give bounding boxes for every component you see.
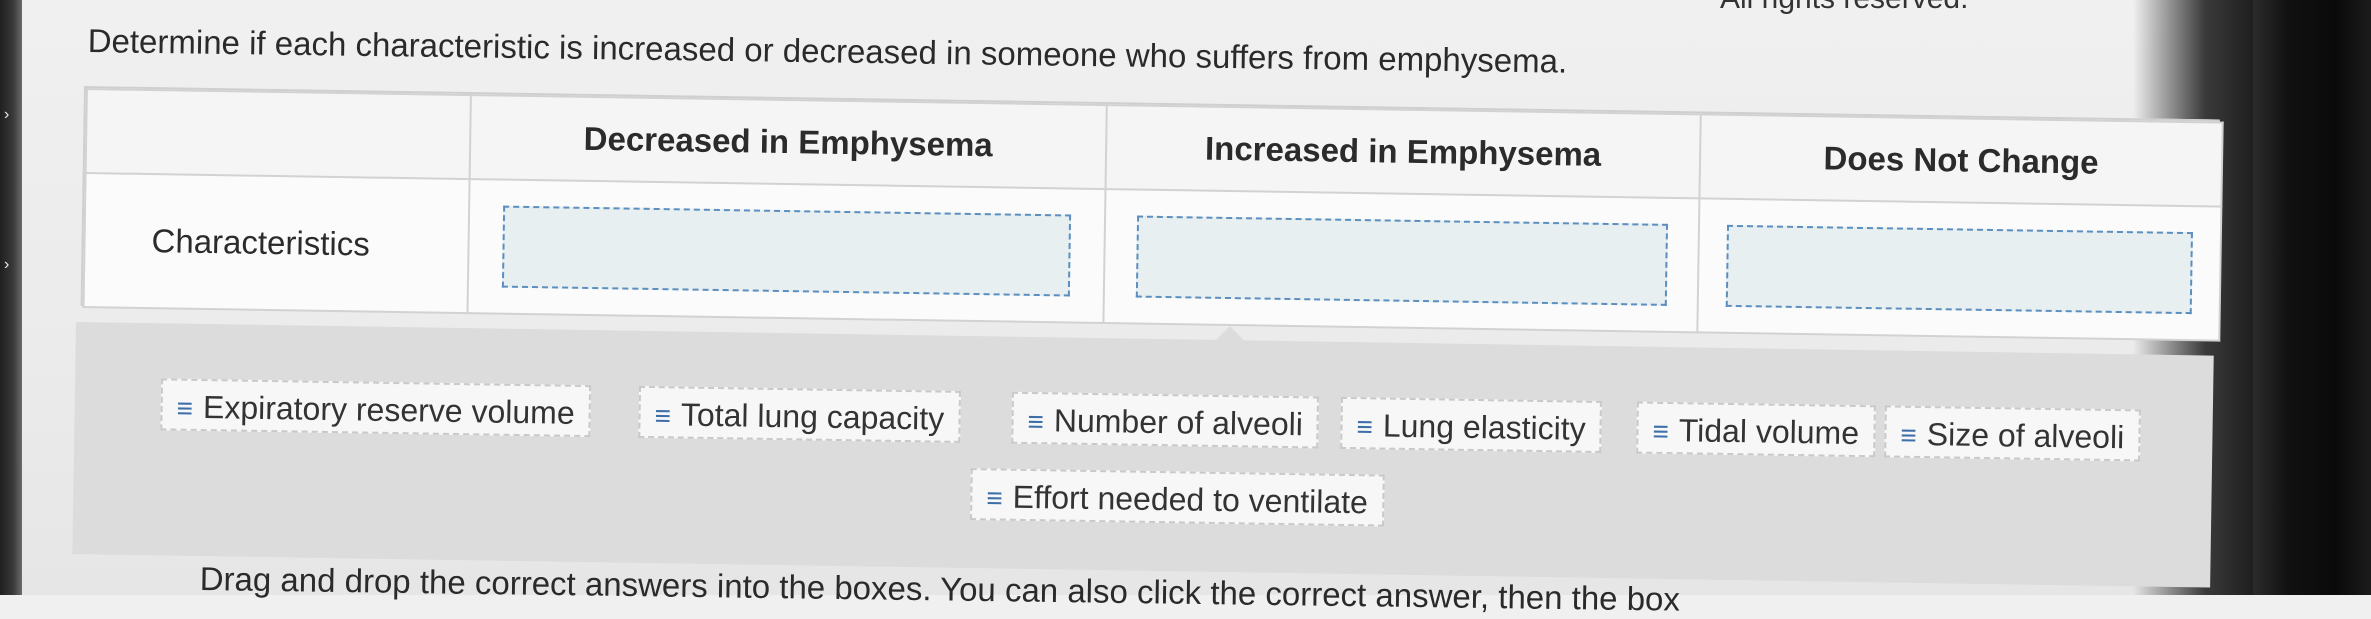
drop-zone-no-change[interactable]	[1725, 224, 2194, 315]
answer-chip-expiratory-reserve-volume[interactable]: ≡ Expiratory reserve volume	[160, 378, 592, 438]
drop-cell-no-change	[1697, 198, 2222, 341]
drag-handle-icon: ≡	[1652, 415, 1670, 448]
drop-zone-decreased[interactable]	[501, 205, 1072, 297]
answer-chip-label: Size of alveoli	[1926, 416, 2125, 456]
drag-handle-icon: ≡	[1900, 419, 1918, 451]
drag-handle-icon: ≡	[176, 392, 194, 424]
answer-chip-label: Total lung capacity	[680, 396, 945, 437]
answer-chip-tidal-volume[interactable]: ≡ Tidal volume	[1636, 401, 1876, 458]
drop-zone-increased[interactable]	[1135, 215, 1668, 306]
question-instruction: Determine if each characteristic is incr…	[87, 22, 1568, 80]
answer-chip-size-of-alveoli[interactable]: ≡ Size of alveoli	[1884, 405, 2141, 462]
chevron-right-icon: ›	[4, 256, 10, 273]
answer-chip-label: Expiratory reserve volume	[202, 389, 575, 431]
answer-chip-label: Number of alveoli	[1053, 402, 1304, 443]
answer-chip-effort-needed-to-ventilate[interactable]: ≡ Effort needed to ventilate	[969, 468, 1385, 527]
copyright-text: Ali rights reserved.	[1720, 0, 1968, 16]
answer-chip-label: Effort needed to ventilate	[1012, 478, 1369, 521]
drop-cell-decreased	[467, 179, 1106, 324]
row-label-characteristics: Characteristics	[83, 173, 470, 314]
chevron-right-icon: ›	[4, 106, 10, 123]
drag-handle-icon: ≡	[1356, 411, 1374, 443]
answer-chip-number-of-alveoli[interactable]: ≡ Number of alveoli	[1011, 391, 1320, 449]
screen-left-edge: › ›	[0, 0, 22, 595]
column-header-no-change: Does Not Change	[1699, 114, 2223, 207]
column-header-increased: Increased in Emphysema	[1105, 105, 1701, 199]
column-header-empty	[85, 89, 471, 180]
answer-chip-total-lung-capacity[interactable]: ≡ Total lung capacity	[638, 385, 961, 443]
drop-cell-increased	[1103, 189, 1700, 333]
drag-handle-icon: ≡	[1027, 405, 1045, 438]
answer-bank-pointer	[1215, 325, 1245, 341]
answer-chip-label: Tidal volume	[1678, 412, 1860, 452]
drag-handle-icon: ≡	[986, 482, 1003, 514]
answer-chip-label: Lung elasticity	[1382, 407, 1586, 447]
screen-right-edge	[2253, 0, 2371, 595]
answer-bank: ≡ Expiratory reserve volume ≡ Total lung c…	[72, 322, 2214, 588]
classification-table: Decreased in Emphysema Increased in Emph…	[80, 86, 2223, 341]
column-header-decreased: Decreased in Emphysema	[469, 95, 1107, 190]
drag-handle-icon: ≡	[654, 400, 672, 432]
answer-chip-lung-elasticity[interactable]: ≡ Lung elasticity	[1340, 396, 1603, 453]
